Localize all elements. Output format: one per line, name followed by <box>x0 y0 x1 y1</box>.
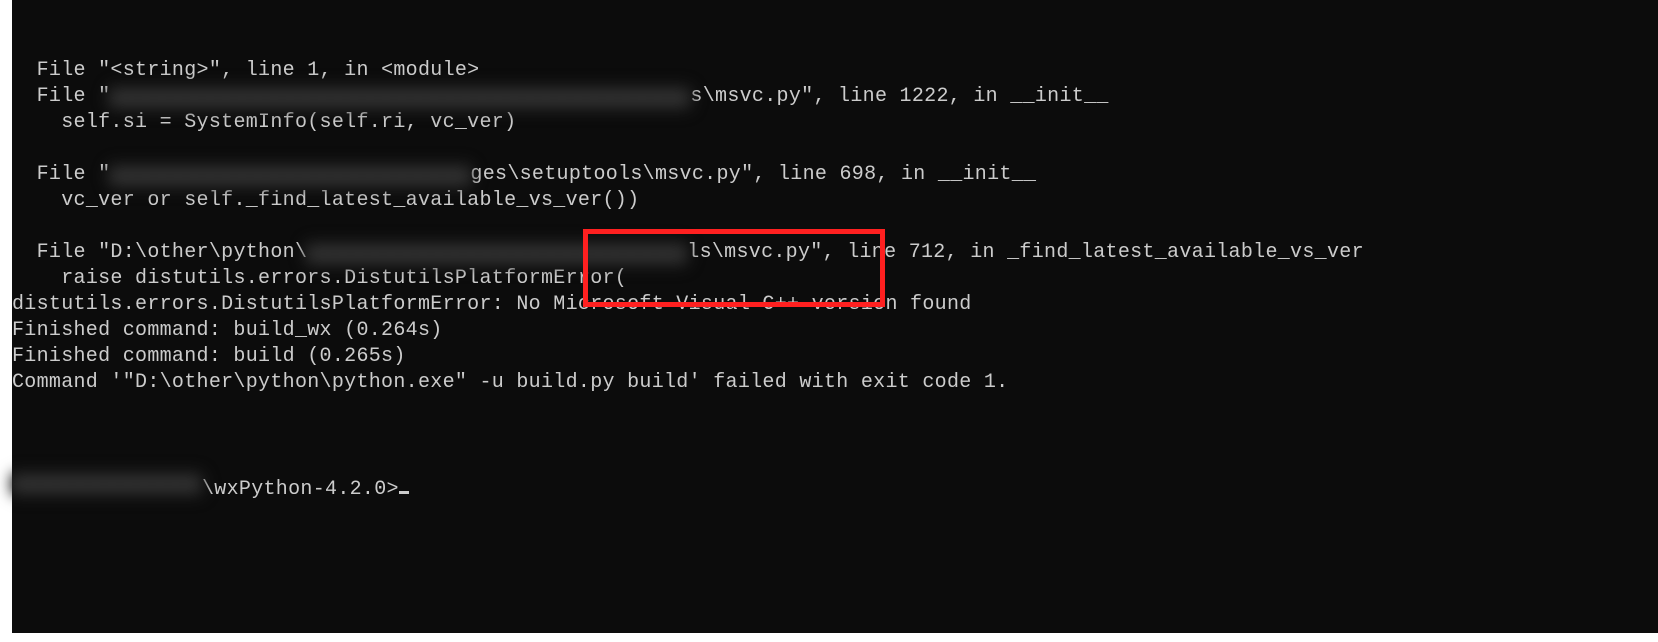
redacted-path <box>12 474 202 494</box>
terminal-line: self.si = SystemInfo(self.ri, vc_ver) <box>12 110 1658 136</box>
terminal-line: File "D:\other\python\ls\msvc.py", line … <box>12 240 1658 266</box>
terminal-line <box>12 214 1658 240</box>
terminal-output[interactable]: File "<string>", line 1, in <module> Fil… <box>12 0 1658 633</box>
prompt-line[interactable]: \wxPython-4.2.0> <box>12 474 1658 503</box>
terminal-line: File "s\msvc.py", line 1222, in __init__ <box>12 84 1658 110</box>
terminal-line: Finished command: build_wx (0.264s) <box>12 318 1658 344</box>
prompt-text: \wxPython-4.2.0> <box>202 477 399 503</box>
terminal-line: Command '"D:\other\python\python.exe" -u… <box>12 370 1658 396</box>
terminal-line: vc_ver or self._find_latest_available_vs… <box>12 188 1658 214</box>
terminal-line: File "<string>", line 1, in <module> <box>12 58 1658 84</box>
redacted-segment <box>110 166 470 186</box>
traceback-lines: File "<string>", line 1, in <module> Fil… <box>12 58 1658 422</box>
redacted-segment <box>110 88 690 108</box>
terminal-line: raise distutils.errors.DistutilsPlatform… <box>12 266 1658 292</box>
redacted-segment <box>307 244 687 264</box>
terminal-line <box>12 136 1658 162</box>
terminal-line: Finished command: build (0.265s) <box>12 344 1658 370</box>
terminal-line: distutils.errors.DistutilsPlatformError:… <box>12 292 1658 318</box>
terminal-line: File "ges\setuptools\msvc.py", line 698,… <box>12 162 1658 188</box>
cursor <box>399 491 409 494</box>
terminal-line <box>12 396 1658 422</box>
